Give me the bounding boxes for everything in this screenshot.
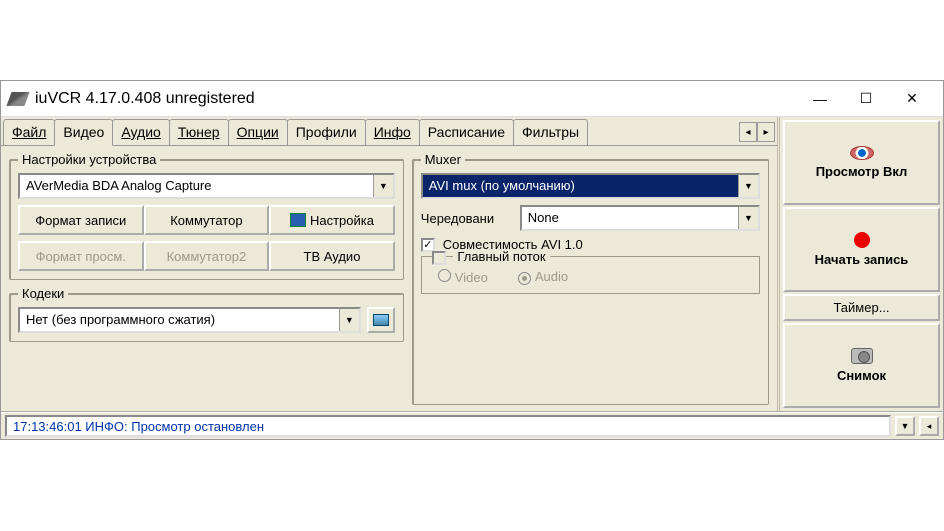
muxer-legend: Muxer bbox=[421, 152, 465, 167]
title-bar: iuVCR 4.17.0.408 unregistered — ☐ ✕ bbox=[1, 81, 943, 117]
codecs-group: Кодеки Нет (без программного сжатия) ▼ bbox=[9, 286, 404, 342]
radio-audio: Audio bbox=[518, 269, 568, 285]
snapshot-button[interactable]: Снимок bbox=[783, 323, 940, 408]
close-button[interactable]: ✕ bbox=[889, 84, 935, 114]
tab-audio[interactable]: Аудио bbox=[112, 119, 170, 145]
status-dropdown-button[interactable]: ▼ bbox=[895, 416, 915, 436]
chevron-down-icon[interactable]: ▼ bbox=[373, 175, 393, 197]
window-title: iuVCR 4.17.0.408 unregistered bbox=[35, 90, 797, 108]
muxer-combo[interactable]: AVI mux (по умолчанию) ▼ bbox=[421, 173, 760, 199]
device-combo-value: AVerMedia BDA Analog Capture bbox=[20, 175, 373, 197]
maximize-button[interactable]: ☐ bbox=[843, 84, 889, 114]
status-text: 17:13:46:01 ИНФО: Просмотр остановлен bbox=[5, 415, 891, 437]
device-combo[interactable]: AVerMedia BDA Analog Capture ▼ bbox=[18, 173, 395, 199]
tab-file[interactable]: Файл bbox=[3, 119, 55, 145]
chevron-down-icon[interactable]: ▼ bbox=[738, 207, 758, 229]
settings-icon bbox=[290, 213, 306, 227]
muxer-combo-value: AVI mux (по умолчанию) bbox=[423, 175, 738, 197]
minimize-button[interactable]: — bbox=[797, 84, 843, 114]
properties-icon bbox=[373, 314, 389, 326]
codec-config-button[interactable] bbox=[367, 307, 395, 333]
interleave-value: None bbox=[522, 207, 738, 229]
radio-icon bbox=[438, 269, 451, 282]
side-panel: Просмотр Вкл Начать запись Таймер... Сни… bbox=[777, 117, 943, 411]
main-stream-checkbox[interactable] bbox=[432, 251, 446, 265]
codec-combo-value: Нет (без программного сжатия) bbox=[20, 309, 339, 331]
codecs-legend: Кодеки bbox=[18, 286, 68, 301]
tab-info[interactable]: Инфо bbox=[365, 119, 420, 145]
app-window: iuVCR 4.17.0.408 unregistered — ☐ ✕ Файл… bbox=[0, 80, 944, 440]
main-stream-group: Главный поток Video Audio bbox=[421, 256, 760, 294]
interleave-label: Чередовани bbox=[421, 211, 516, 226]
tabs-scroll-right[interactable]: ▸ bbox=[757, 122, 775, 142]
muxer-group: Muxer AVI mux (по умолчанию) ▼ Чередован… bbox=[412, 152, 769, 405]
status-bar: 17:13:46:01 ИНФО: Просмотр остановлен ▼ … bbox=[1, 411, 943, 439]
view-format-button: Формат просм. bbox=[18, 241, 144, 271]
codec-combo[interactable]: Нет (без программного сжатия) ▼ bbox=[18, 307, 361, 333]
tabs-scroll-left[interactable]: ◂ bbox=[739, 122, 757, 142]
record-icon bbox=[854, 232, 870, 248]
main-stream-label: Главный поток bbox=[453, 249, 549, 264]
radio-video: Video bbox=[438, 269, 488, 285]
tab-video-body: Настройки устройства AVerMedia BDA Analo… bbox=[1, 145, 777, 411]
tab-profiles[interactable]: Профили bbox=[287, 119, 366, 145]
tv-audio-button[interactable]: ТВ Аудио bbox=[269, 241, 395, 271]
status-scroll-button[interactable]: ◂ bbox=[919, 416, 939, 436]
timer-button[interactable]: Таймер... bbox=[783, 294, 940, 321]
device-settings-button[interactable]: Настройка bbox=[269, 205, 395, 235]
tab-video[interactable]: Видео bbox=[54, 119, 113, 146]
radio-icon bbox=[518, 272, 531, 285]
commutator2-button: Коммутатор2 bbox=[144, 241, 270, 271]
record-format-button[interactable]: Формат записи bbox=[18, 205, 144, 235]
interleave-combo[interactable]: None ▼ bbox=[520, 205, 760, 231]
tab-tuner[interactable]: Тюнер bbox=[169, 119, 229, 145]
device-settings-legend: Настройки устройства bbox=[18, 152, 160, 167]
tab-strip: Файл Видео Аудио Тюнер Опции Профили Инф… bbox=[1, 117, 777, 145]
tab-filters[interactable]: Фильтры bbox=[513, 119, 588, 145]
tab-options[interactable]: Опции bbox=[228, 119, 288, 145]
app-icon bbox=[6, 92, 29, 106]
eye-icon bbox=[850, 146, 874, 160]
chevron-down-icon[interactable]: ▼ bbox=[738, 175, 758, 197]
start-record-button[interactable]: Начать запись bbox=[783, 207, 940, 292]
camera-icon bbox=[851, 348, 873, 364]
chevron-down-icon[interactable]: ▼ bbox=[339, 309, 359, 331]
tab-schedule[interactable]: Расписание bbox=[419, 119, 514, 145]
preview-toggle-button[interactable]: Просмотр Вкл bbox=[783, 120, 940, 205]
commutator-button[interactable]: Коммутатор bbox=[144, 205, 270, 235]
device-settings-group: Настройки устройства AVerMedia BDA Analo… bbox=[9, 152, 404, 280]
